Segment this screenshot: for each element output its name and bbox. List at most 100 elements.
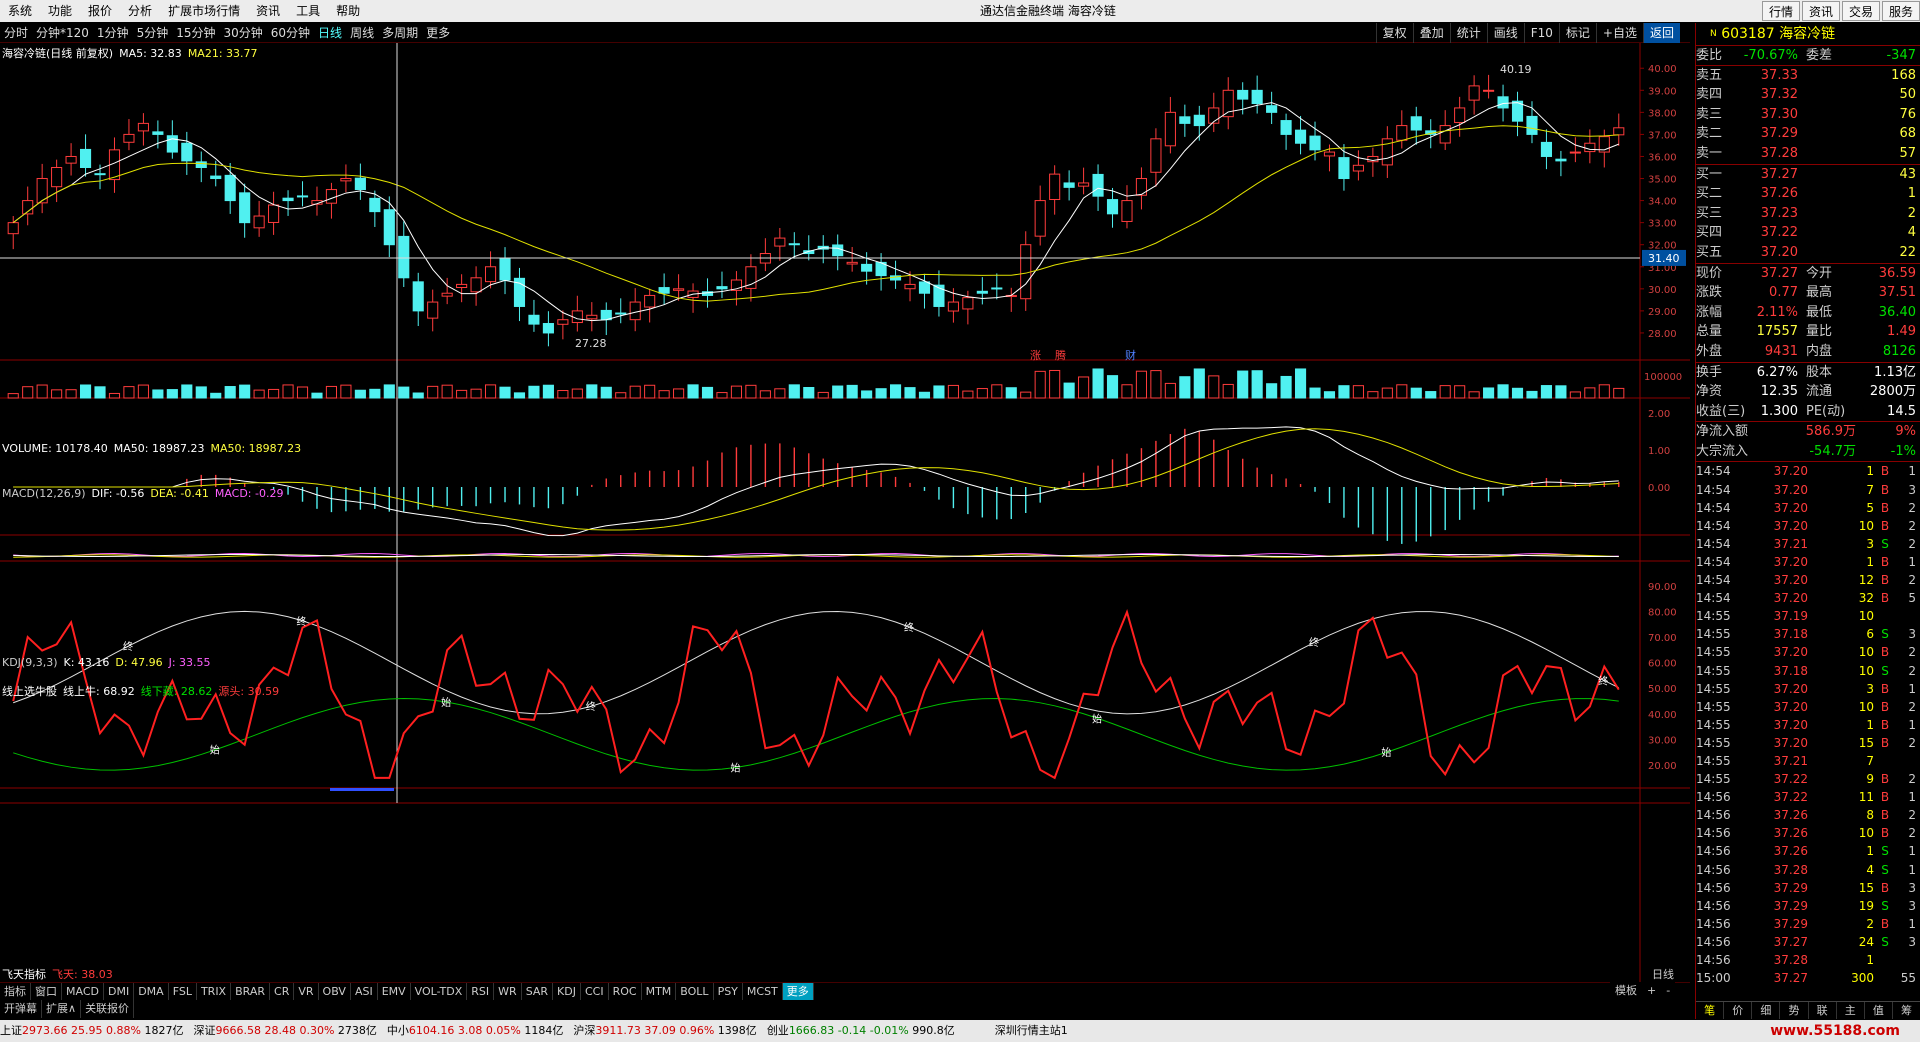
bid-label: 买三: [1696, 205, 1723, 221]
overlay-button[interactable]: 叠加: [1412, 23, 1450, 43]
indicator-tab[interactable]: MACD: [62, 983, 104, 1000]
menu-quote[interactable]: 报价: [80, 0, 120, 22]
indicator-tab[interactable]: CCI: [581, 983, 609, 1000]
indicator-tab[interactable]: EMV: [378, 983, 411, 1000]
menu-analysis[interactable]: 分析: [120, 0, 160, 22]
side-tab[interactable]: 价: [1724, 1002, 1753, 1019]
trade-button[interactable]: 交易: [1841, 1, 1880, 21]
volume-bar: [687, 384, 699, 399]
indicator-tab[interactable]: OBV: [319, 983, 351, 1000]
period-tab[interactable]: 15分钟: [172, 23, 219, 43]
service-button[interactable]: 服务: [1881, 1, 1920, 21]
indicator-tab[interactable]: PSY: [714, 983, 743, 1000]
period-tab-daily[interactable]: 日线: [314, 23, 346, 43]
tick-count: 2: [1908, 536, 1916, 551]
side-tab[interactable]: 筹: [1893, 1002, 1920, 1019]
side-tab[interactable]: 细: [1752, 1002, 1781, 1019]
menu-tools[interactable]: 工具: [288, 0, 328, 22]
kdj-name: KDJ(9,3,3): [2, 656, 58, 669]
indicator-tab[interactable]: KDJ: [553, 983, 581, 1000]
period-tab-more[interactable]: 更多: [422, 23, 454, 43]
draw-line-button[interactable]: 画线: [1486, 23, 1524, 43]
f10-button[interactable]: F10: [1523, 23, 1559, 43]
indicator-tab[interactable]: ROC: [609, 983, 642, 1000]
news-button[interactable]: 资讯: [1801, 1, 1840, 21]
volume-bar: [803, 387, 815, 399]
tick-time: 14:54: [1696, 536, 1731, 551]
flow-label: 净流入额: [1696, 424, 1749, 440]
period-tab[interactable]: 1分钟: [93, 23, 133, 43]
indicator-tab[interactable]: DMA: [134, 983, 169, 1000]
template-button[interactable]: 模板: [1610, 982, 1642, 999]
volume-bar: [1569, 391, 1581, 399]
quote-value: 2.11%: [1756, 304, 1798, 320]
price-axis-label: 38.00: [1648, 108, 1677, 119]
menu-help[interactable]: 帮助: [328, 0, 368, 22]
tick-time: 14:54: [1696, 591, 1731, 606]
side-tab[interactable]: 笔: [1696, 1002, 1725, 1019]
indicator-tab[interactable]: BOLL: [676, 983, 714, 1000]
menu-system[interactable]: 系统: [0, 0, 40, 22]
menu-function[interactable]: 功能: [40, 0, 80, 22]
indicator-tab[interactable]: RSI: [467, 983, 495, 1000]
side-tab[interactable]: 联: [1809, 1002, 1837, 1019]
tick-count: 3: [1908, 880, 1916, 895]
side-tab[interactable]: 值: [1865, 1002, 1893, 1019]
period-tab[interactable]: 分时: [0, 23, 32, 43]
stats-button[interactable]: 统计: [1449, 23, 1487, 43]
end-signal-label: 终: [1598, 675, 1608, 688]
tick-count: 1: [1908, 844, 1916, 859]
indicator-tab[interactable]: ASI: [351, 983, 378, 1000]
indicator-tab[interactable]: BRAR: [231, 983, 271, 1000]
expand-button[interactable]: 扩展∧: [42, 1000, 82, 1018]
volume-bar: [615, 392, 627, 399]
volume-bar: [340, 384, 352, 399]
period-tab[interactable]: 5分钟: [133, 23, 173, 43]
period-tab[interactable]: 60分钟: [267, 23, 314, 43]
indicator-tab[interactable]: 更多: [782, 983, 814, 1000]
candle: [484, 266, 497, 283]
indicator-tab[interactable]: DMI: [104, 983, 135, 1000]
indicator-tab[interactable]: 窗口: [31, 983, 62, 1000]
indicator-tab[interactable]: 指标: [0, 983, 31, 1000]
zoom-in-button[interactable]: +: [1642, 982, 1661, 999]
side-tab[interactable]: 势: [1780, 1002, 1809, 1019]
market-button[interactable]: 行情: [1761, 1, 1800, 21]
indicator-tab[interactable]: WR: [494, 983, 522, 1000]
period-tab[interactable]: 30分钟: [219, 23, 266, 43]
candle: [79, 148, 92, 169]
indicator-tab[interactable]: FSL: [169, 983, 197, 1000]
related-quote-button[interactable]: 关联报价: [81, 1000, 135, 1018]
tick-side: B: [1880, 482, 1890, 497]
indicator-tab[interactable]: MTM: [642, 983, 677, 1000]
chart-area[interactable]: 40.00 39.00 38.00 37.00 36.00 35.00 34.00 33.00…: [0, 43, 1690, 983]
quote-value: 17557: [1756, 324, 1798, 340]
side-tab[interactable]: 主: [1837, 1002, 1865, 1019]
candle: [1526, 115, 1538, 135]
period-tab[interactable]: 周线: [346, 23, 378, 43]
restore-rights-button[interactable]: 复权: [1375, 23, 1413, 43]
back-button[interactable]: 返回: [1642, 23, 1680, 43]
indicator-tab[interactable]: VR: [294, 983, 319, 1000]
event-marker: 财: [1125, 348, 1136, 362]
period-tab[interactable]: 分钟*120: [32, 23, 93, 43]
high-label: 40.19: [1500, 63, 1532, 76]
menu-news[interactable]: 资讯: [248, 0, 288, 22]
period-tab[interactable]: 多周期: [378, 23, 422, 43]
tick-count: 1: [1908, 464, 1916, 479]
indicator-tab[interactable]: VOL-TDX: [411, 983, 468, 1000]
indicator-tab[interactable]: SAR: [522, 983, 554, 1000]
menu-ext-market[interactable]: 扩展市场行情: [160, 0, 248, 22]
indicator-tab[interactable]: CR: [270, 983, 295, 1000]
candle: [1584, 142, 1596, 153]
indicator-tab[interactable]: TRIX: [197, 983, 232, 1000]
candle: [1150, 138, 1162, 173]
tick-price: 37.28: [1773, 862, 1808, 877]
add-watchlist-button[interactable]: +自选: [1595, 23, 1643, 43]
zoom-out-button[interactable]: -: [1661, 982, 1675, 999]
danmu-button[interactable]: 开弹幕: [0, 1000, 42, 1018]
tick-side: B: [1880, 735, 1890, 750]
mark-button[interactable]: 标记: [1558, 23, 1596, 43]
indicator-tab[interactable]: MCST: [743, 983, 783, 1000]
ask-label: 卖二: [1696, 126, 1723, 142]
